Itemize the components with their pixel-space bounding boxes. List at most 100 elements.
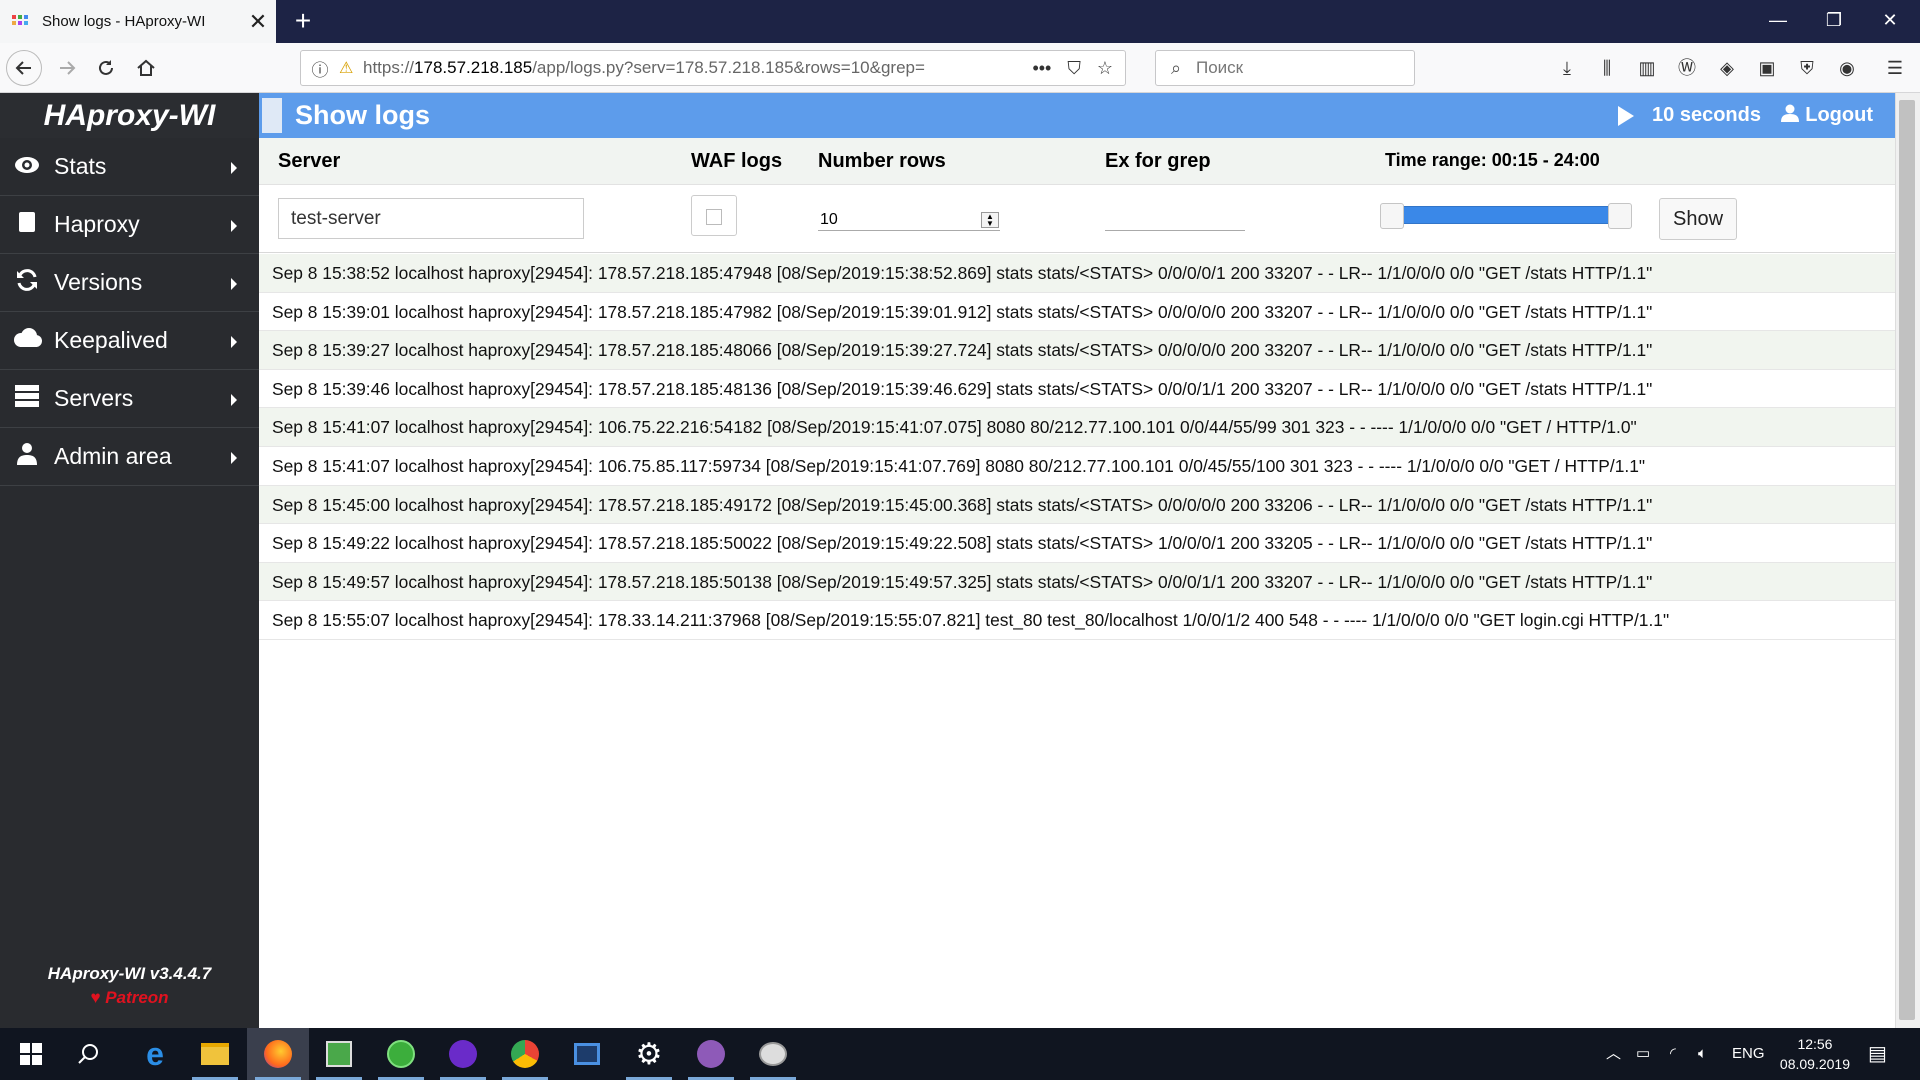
main-content: Show logs 10 seconds Logout Server WAF l… bbox=[259, 93, 1895, 1028]
bookmark-star-icon[interactable]: ☆ bbox=[1097, 58, 1113, 79]
app-logo[interactable]: HAproxy-WI bbox=[0, 93, 259, 138]
back-button[interactable] bbox=[6, 50, 42, 86]
log-row: Sep 8 15:39:01 localhost haproxy[29454]:… bbox=[259, 293, 1895, 332]
extension-image-icon[interactable]: ▣ bbox=[1754, 55, 1780, 81]
show-button[interactable]: Show bbox=[1659, 198, 1737, 240]
extension-shield-icon[interactable]: ⛨ bbox=[1794, 55, 1820, 81]
log-row: Sep 8 15:39:27 localhost haproxy[29454]:… bbox=[259, 331, 1895, 370]
wifi-icon[interactable]: ◜ bbox=[1670, 1028, 1676, 1080]
number-rows-column-label: Number rows bbox=[818, 150, 946, 172]
clock-date: 08.09.2019 bbox=[1779, 1056, 1850, 1072]
battery-icon[interactable]: ▭ bbox=[1636, 1028, 1650, 1080]
minimize-button[interactable]: — bbox=[1750, 0, 1806, 43]
filters-header-row: Server WAF logs Number rows Ex for grep … bbox=[259, 138, 1895, 185]
new-tab-button[interactable]: + bbox=[286, 4, 320, 38]
slider-start-handle[interactable] bbox=[1380, 203, 1404, 229]
network-app[interactable] bbox=[556, 1028, 618, 1080]
scrollbar-thumb[interactable] bbox=[1899, 100, 1915, 1020]
time-range-label: Time range: 00:15 - 24:00 bbox=[1385, 150, 1600, 170]
menu-hamburger-icon[interactable]: ☰ bbox=[1882, 55, 1908, 81]
tray-chevron-icon[interactable]: ︿ bbox=[1606, 1028, 1621, 1080]
caret-right-icon bbox=[231, 336, 237, 348]
sidebar-item-haproxy[interactable]: Haproxy bbox=[0, 196, 259, 254]
sidebar-item-servers[interactable]: Servers bbox=[0, 370, 259, 428]
more-actions-icon[interactable]: ••• bbox=[1032, 58, 1051, 79]
sidebar-footer: HAproxy-WI v3.4.4.7 ♥ Patreon bbox=[0, 964, 259, 1008]
slider-end-handle[interactable] bbox=[1608, 203, 1632, 229]
server-select[interactable]: test-server bbox=[278, 198, 584, 239]
warning-lock-icon[interactable]: ⚠ bbox=[339, 58, 363, 78]
patreon-link[interactable]: ♥ Patreon bbox=[0, 988, 259, 1008]
grep-column-label: Ex for grep bbox=[1105, 150, 1211, 172]
taskbar-search-button[interactable] bbox=[58, 1028, 120, 1080]
forward-button[interactable] bbox=[50, 51, 84, 85]
language-indicator[interactable]: ENG bbox=[1732, 1028, 1765, 1080]
edge-icon: e bbox=[146, 1035, 164, 1072]
folder-icon bbox=[201, 1043, 229, 1065]
volume-icon[interactable]: 🔈︎ bbox=[1698, 1028, 1707, 1080]
sidebar-item-versions[interactable]: Versions bbox=[0, 254, 259, 312]
waf-logs-column-label: WAF logs bbox=[691, 150, 783, 172]
sidebar-item-label: Servers bbox=[54, 385, 134, 411]
play-icon bbox=[1618, 105, 1635, 126]
firefox-icon bbox=[264, 1040, 292, 1068]
number-rows-input[interactable]: 10 bbox=[818, 207, 1000, 231]
waf-logs-checkbox[interactable] bbox=[691, 195, 737, 236]
users-icon bbox=[12, 442, 42, 471]
reload-icon bbox=[99, 60, 113, 75]
slider-range-fill bbox=[1392, 206, 1620, 224]
time-range-slider[interactable] bbox=[1380, 203, 1632, 229]
home-button[interactable] bbox=[129, 51, 163, 85]
app-sidebar: HAproxy-WI Stats Haproxy Versions Keepal… bbox=[0, 93, 259, 1028]
file-explorer-app[interactable] bbox=[184, 1028, 246, 1080]
refresh-icon bbox=[12, 268, 42, 298]
restore-button[interactable]: ❐ bbox=[1806, 0, 1862, 43]
paint-app[interactable] bbox=[742, 1028, 804, 1080]
tab-close-icon[interactable]: ✕ bbox=[240, 9, 276, 35]
address-bar[interactable]: ⓘ ⚠ https://178.57.218.185/app/logs.py?s… bbox=[300, 50, 1126, 86]
pocket-icon[interactable]: ⛉ bbox=[1067, 58, 1081, 79]
gear-icon: ⚙ bbox=[635, 1037, 663, 1071]
system-clock[interactable]: 12:56 08.09.2019 bbox=[1780, 1034, 1850, 1074]
reload-button[interactable] bbox=[89, 51, 123, 85]
extension-w-icon[interactable]: Ⓦ bbox=[1674, 55, 1700, 81]
log-row: Sep 8 15:41:07 localhost haproxy[29454]:… bbox=[259, 447, 1895, 486]
logout-label: Logout bbox=[1805, 104, 1873, 126]
browser-tab[interactable]: Show logs - HAproxy-WI ✕ bbox=[0, 0, 276, 43]
account-icon[interactable]: ◉ bbox=[1834, 55, 1860, 81]
heart-icon: ♥ bbox=[90, 988, 101, 1007]
sidebar-item-stats[interactable]: Stats bbox=[0, 138, 259, 196]
media-player-app[interactable] bbox=[432, 1028, 494, 1080]
grep-input[interactable] bbox=[1105, 205, 1245, 231]
sidebar-item-keepalived[interactable]: Keepalived bbox=[0, 312, 259, 370]
user-icon bbox=[1781, 104, 1800, 128]
windows-start-button[interactable] bbox=[0, 1028, 62, 1080]
log-row: Sep 8 15:49:22 localhost haproxy[29454]:… bbox=[259, 524, 1895, 563]
edge-app[interactable]: e bbox=[124, 1028, 186, 1080]
search-input[interactable]: ⌕ Поиск bbox=[1155, 50, 1415, 86]
notifications-icon[interactable]: ▤ bbox=[1868, 1028, 1887, 1080]
image-editor-app[interactable] bbox=[308, 1028, 370, 1080]
sidebar-item-label: Stats bbox=[54, 153, 107, 179]
arrow-left-icon bbox=[15, 61, 31, 75]
github-icon bbox=[697, 1040, 725, 1068]
downloads-icon[interactable]: ⤓ bbox=[1554, 55, 1580, 81]
library-icon[interactable]: ⫼ bbox=[1594, 55, 1620, 81]
image-editor-icon bbox=[326, 1041, 352, 1067]
github-app[interactable] bbox=[680, 1028, 742, 1080]
close-window-button[interactable]: ✕ bbox=[1862, 0, 1918, 43]
settings-app[interactable]: ⚙ bbox=[618, 1028, 680, 1080]
extension-puzzle-icon[interactable]: ◈ bbox=[1714, 55, 1740, 81]
windows-logo-icon bbox=[20, 1043, 42, 1065]
version-label[interactable]: HAproxy-WI v3.4.4.7 bbox=[0, 964, 259, 984]
caret-right-icon bbox=[231, 394, 237, 406]
sidebar-item-admin-area[interactable]: Admin area bbox=[0, 428, 259, 486]
remote-desktop-app[interactable] bbox=[370, 1028, 432, 1080]
chrome-app[interactable] bbox=[494, 1028, 556, 1080]
rows-spinner[interactable]: ▲ ▼ bbox=[981, 212, 999, 228]
info-icon[interactable]: ⓘ bbox=[301, 56, 339, 81]
auto-refresh-button[interactable]: 10 seconds bbox=[1618, 93, 1761, 138]
logout-button[interactable]: Logout bbox=[1781, 93, 1873, 138]
firefox-app[interactable] bbox=[247, 1028, 309, 1080]
sidebar-toggle-icon[interactable]: ▥ bbox=[1634, 55, 1660, 81]
